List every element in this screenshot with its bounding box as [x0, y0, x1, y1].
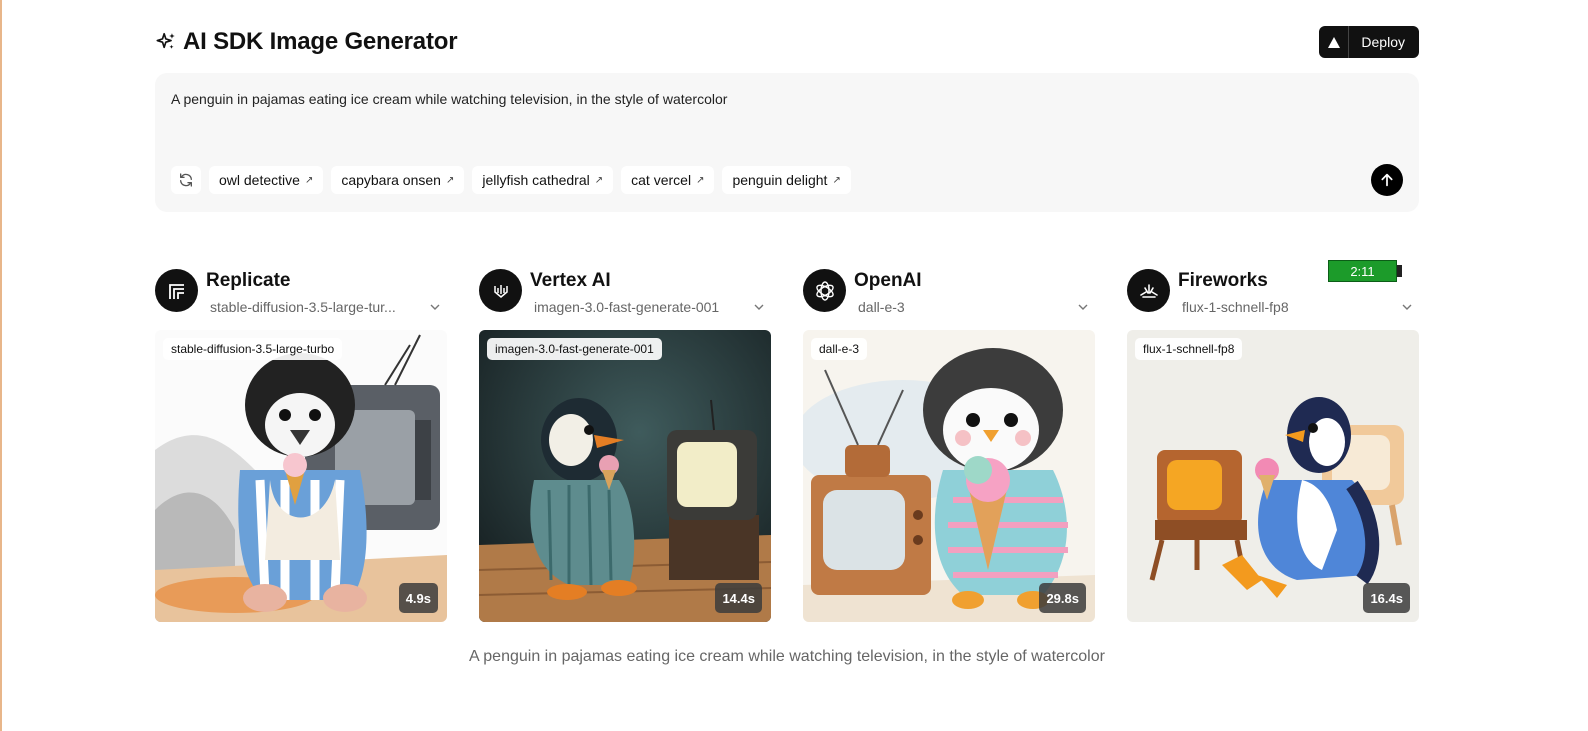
app-header: AI SDK Image Generator Deploy: [155, 24, 1419, 60]
time-badge: 4.9s: [398, 583, 438, 613]
suggestion-chip[interactable]: penguin delight ↗: [722, 166, 851, 194]
provider-card-openai: OpenAI dall-e-3 dall-e-3 29.8s: [803, 268, 1095, 622]
openai-icon: [803, 269, 846, 312]
suggestion-label: penguin delight: [732, 172, 828, 188]
provider-name: Vertex AI: [530, 270, 611, 291]
deploy-button[interactable]: Deploy: [1319, 26, 1419, 58]
model-select-value: dall-e-3: [858, 299, 905, 315]
model-select[interactable]: imagen-3.0-fast-generate-001: [530, 296, 771, 318]
penguin-image: [803, 330, 1095, 622]
arrow-up-icon: [1381, 173, 1393, 187]
title-group: AI SDK Image Generator: [155, 28, 458, 56]
suggestion-chip[interactable]: jellyfish cathedral ↗: [472, 166, 614, 194]
arrow-up-right-icon: ↗: [594, 174, 604, 186]
model-select-value: flux-1-schnell-fp8: [1182, 299, 1289, 315]
generated-image: flux-1-schnell-fp8 16.4s: [1127, 330, 1419, 622]
model-select[interactable]: flux-1-schnell-fp8: [1178, 296, 1419, 318]
provider-card-replicate: Replicate stable-diffusion-3.5-large-tur…: [155, 268, 447, 622]
chevron-down-icon: [1078, 304, 1088, 310]
page-title: AI SDK Image Generator: [183, 28, 458, 55]
prompt-input[interactable]: A penguin in pajamas eating ice cream wh…: [171, 91, 727, 107]
vertex-ai-icon: [479, 269, 522, 312]
model-badge: stable-diffusion-3.5-large-turbo: [163, 338, 343, 360]
card-header: Vertex AI imagen-3.0-fast-generate-001: [479, 268, 771, 330]
suggestion-chips: owl detective ↗ capybara onsen ↗ jellyfi…: [171, 166, 851, 194]
provider-name: Replicate: [206, 270, 291, 291]
suggestion-label: jellyfish cathedral: [482, 172, 590, 188]
send-button[interactable]: [1371, 164, 1403, 196]
provider-name: Fireworks: [1178, 270, 1268, 291]
arrow-up-right-icon: ↗: [304, 174, 314, 186]
card-header: Replicate stable-diffusion-3.5-large-tur…: [155, 268, 447, 330]
window-edge: [0, 0, 2, 731]
prompt-caption: A penguin in pajamas eating ice cream wh…: [469, 648, 1105, 665]
suggestion-chip[interactable]: cat vercel ↗: [621, 166, 715, 194]
model-select[interactable]: dall-e-3: [854, 296, 1095, 318]
generated-image: imagen-3.0-fast-generate-001 14.4s: [479, 330, 771, 622]
arrow-up-right-icon: ↗: [696, 174, 705, 186]
generated-image: dall-e-3 29.8s: [803, 330, 1095, 622]
model-badge: flux-1-schnell-fp8: [1135, 338, 1243, 360]
penguin-image: [155, 330, 447, 622]
fireworks-icon: [1127, 269, 1170, 312]
chevron-down-icon: [430, 304, 440, 310]
card-header: OpenAI dall-e-3: [803, 268, 1095, 330]
chevron-down-icon: [1402, 304, 1412, 310]
time-badge: 16.4s: [1363, 583, 1410, 613]
penguin-image: [479, 330, 771, 622]
time-badge: 29.8s: [1039, 583, 1086, 613]
refresh-icon: [180, 173, 192, 187]
replicate-icon: [155, 269, 198, 312]
provider-card-fireworks: Fireworks flux-1-schnell-fp8 flux-1-schn…: [1127, 268, 1419, 622]
penguin-image: [1127, 330, 1419, 622]
generated-image: stable-diffusion-3.5-large-turbo 4.9s: [155, 330, 447, 622]
suggestion-label: capybara onsen: [341, 172, 441, 188]
suggestion-label: cat vercel: [631, 172, 692, 188]
card-header: Fireworks flux-1-schnell-fp8: [1127, 268, 1419, 330]
suggestion-chip[interactable]: owl detective ↗: [209, 166, 324, 194]
model-badge: imagen-3.0-fast-generate-001: [487, 338, 662, 360]
suggestion-label: owl detective: [219, 172, 300, 188]
model-select[interactable]: stable-diffusion-3.5-large-tur...: [206, 296, 447, 318]
deploy-label: Deploy: [1361, 34, 1405, 50]
time-badge: 14.4s: [715, 583, 762, 613]
arrow-up-right-icon: ↗: [832, 174, 841, 186]
provider-name: OpenAI: [854, 270, 922, 291]
arrow-up-right-icon: ↗: [445, 174, 455, 186]
model-select-value: stable-diffusion-3.5-large-tur...: [210, 299, 396, 315]
provider-card-vertex-ai: Vertex AI imagen-3.0-fast-generate-001 i…: [479, 268, 771, 622]
sparkles-icon: [156, 32, 175, 49]
suggestion-chip[interactable]: capybara onsen ↗: [331, 166, 465, 194]
model-badge: dall-e-3: [811, 338, 868, 360]
triangle-icon: [1319, 26, 1350, 58]
chevron-down-icon: [754, 304, 764, 310]
refresh-button[interactable]: [171, 166, 201, 194]
model-select-value: imagen-3.0-fast-generate-001: [534, 299, 720, 315]
